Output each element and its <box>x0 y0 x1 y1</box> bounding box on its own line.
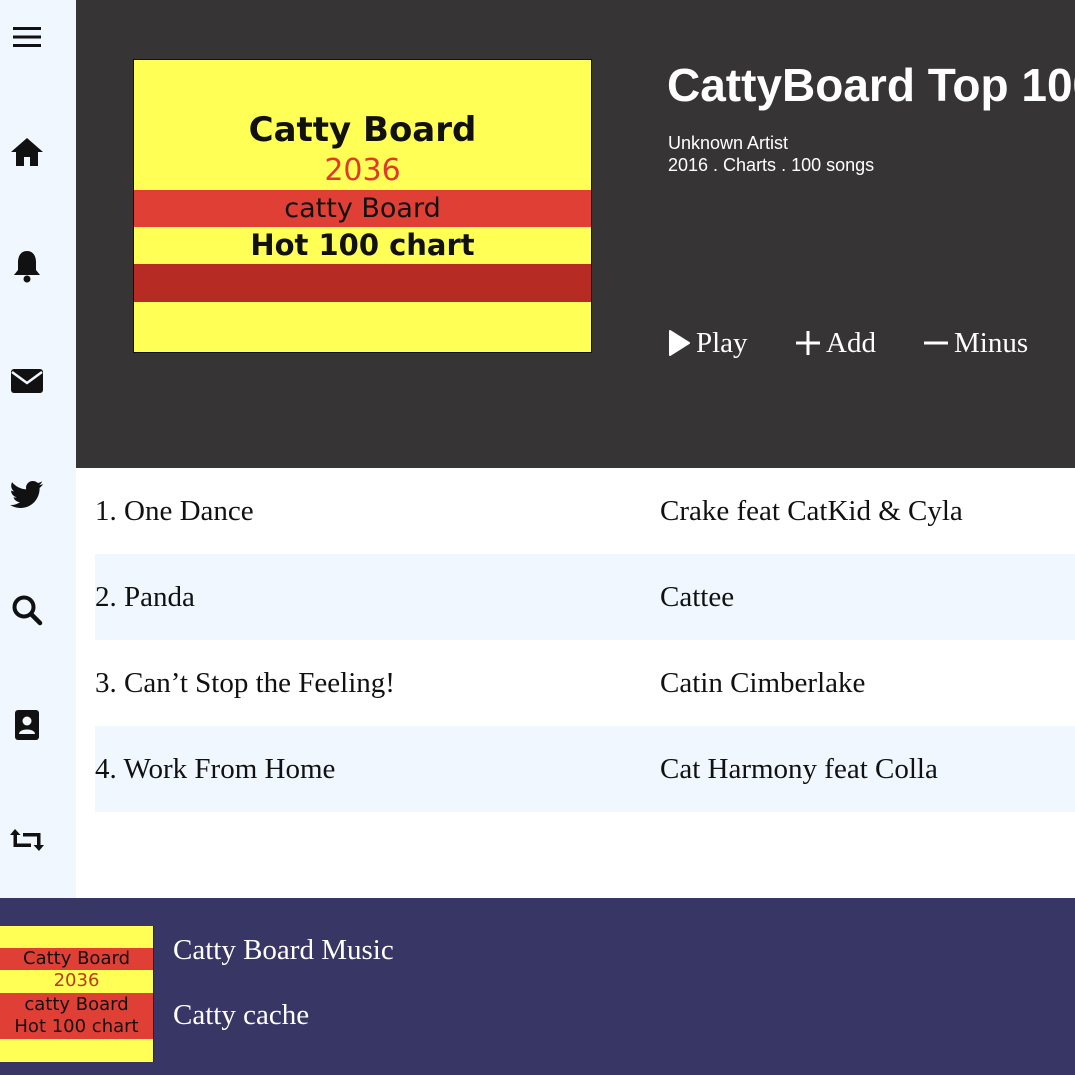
menu-icon[interactable] <box>0 17 54 57</box>
mini-cover-chart: Hot 100 chart <box>14 1016 139 1037</box>
minus-label: Minus <box>954 326 1029 359</box>
envelope-icon[interactable] <box>0 361 54 401</box>
contact-icon[interactable] <box>0 705 54 745</box>
cover-stripe <box>134 264 591 302</box>
minus-icon <box>924 331 948 355</box>
add-button[interactable]: Add <box>796 322 876 364</box>
add-label: Add <box>826 326 876 359</box>
now-playing-cover[interactable]: Catty Board 2036 catty Board Hot 100 cha… <box>0 926 154 1062</box>
cover-subtitle: catty Board <box>134 190 591 227</box>
track-row[interactable]: 4. Work From Home Cat Harmony feat Colla <box>95 726 1075 812</box>
track-artist: Cattee <box>660 580 735 613</box>
play-label: Play <box>696 326 748 359</box>
track-row[interactable]: 1. One Dance Crake feat CatKid & Cyla <box>95 468 1075 554</box>
track-name: 4. Work From Home <box>95 752 336 785</box>
track-artist: Cat Harmony feat Colla <box>660 752 938 785</box>
retweet-icon[interactable] <box>0 820 54 860</box>
minus-button[interactable]: Minus <box>924 322 1028 364</box>
mini-cover-year: 2036 <box>53 970 100 991</box>
twitter-icon[interactable] <box>0 475 54 515</box>
cover-chart: Hot 100 chart <box>250 228 475 262</box>
play-icon <box>668 330 690 356</box>
bell-icon[interactable] <box>0 246 54 286</box>
cover-title: Catty Board <box>248 110 477 150</box>
sidebar <box>0 0 76 898</box>
album-header: Catty Board 2036 catty Board Hot 100 cha… <box>76 0 1075 468</box>
track-row[interactable]: 3. Can’t Stop the Feeling! Catin Cimberl… <box>95 640 1075 726</box>
track-artist: Crake feat CatKid & Cyla <box>660 494 963 527</box>
play-button[interactable]: Play <box>668 322 748 364</box>
now-playing-title[interactable]: Catty Board Music <box>173 934 394 967</box>
home-icon[interactable] <box>0 132 54 172</box>
mini-cover-text: catty Board Hot 100 chart <box>0 993 153 1039</box>
track-name: 2. Panda <box>95 580 195 613</box>
cover-year: 2036 <box>324 153 401 188</box>
album-title: CattyBoard Top 100 <box>667 59 1075 111</box>
album-meta: 2016 . Charts . 100 songs <box>668 155 875 175</box>
track-name: 3. Can’t Stop the Feeling! <box>95 666 395 699</box>
track-artist: Catin Cimberlake <box>660 666 866 699</box>
track-list: 1. One Dance Crake feat CatKid & Cyla 2.… <box>95 468 1075 812</box>
now-playing-subtitle: Catty cache <box>173 999 310 1031</box>
track-name: 1. One Dance <box>95 494 254 527</box>
track-row[interactable]: 2. Panda Cattee <box>95 554 1075 640</box>
now-playing-bar: Catty Board 2036 catty Board Hot 100 cha… <box>0 898 1075 1075</box>
album-cover: Catty Board 2036 catty Board Hot 100 cha… <box>133 59 592 353</box>
album-artist: Unknown Artist <box>668 133 789 153</box>
plus-icon <box>796 331 820 355</box>
mini-cover-title: Catty Board <box>0 948 153 970</box>
mini-cover-subtitle: catty Board <box>24 994 129 1015</box>
search-icon[interactable] <box>0 590 54 630</box>
